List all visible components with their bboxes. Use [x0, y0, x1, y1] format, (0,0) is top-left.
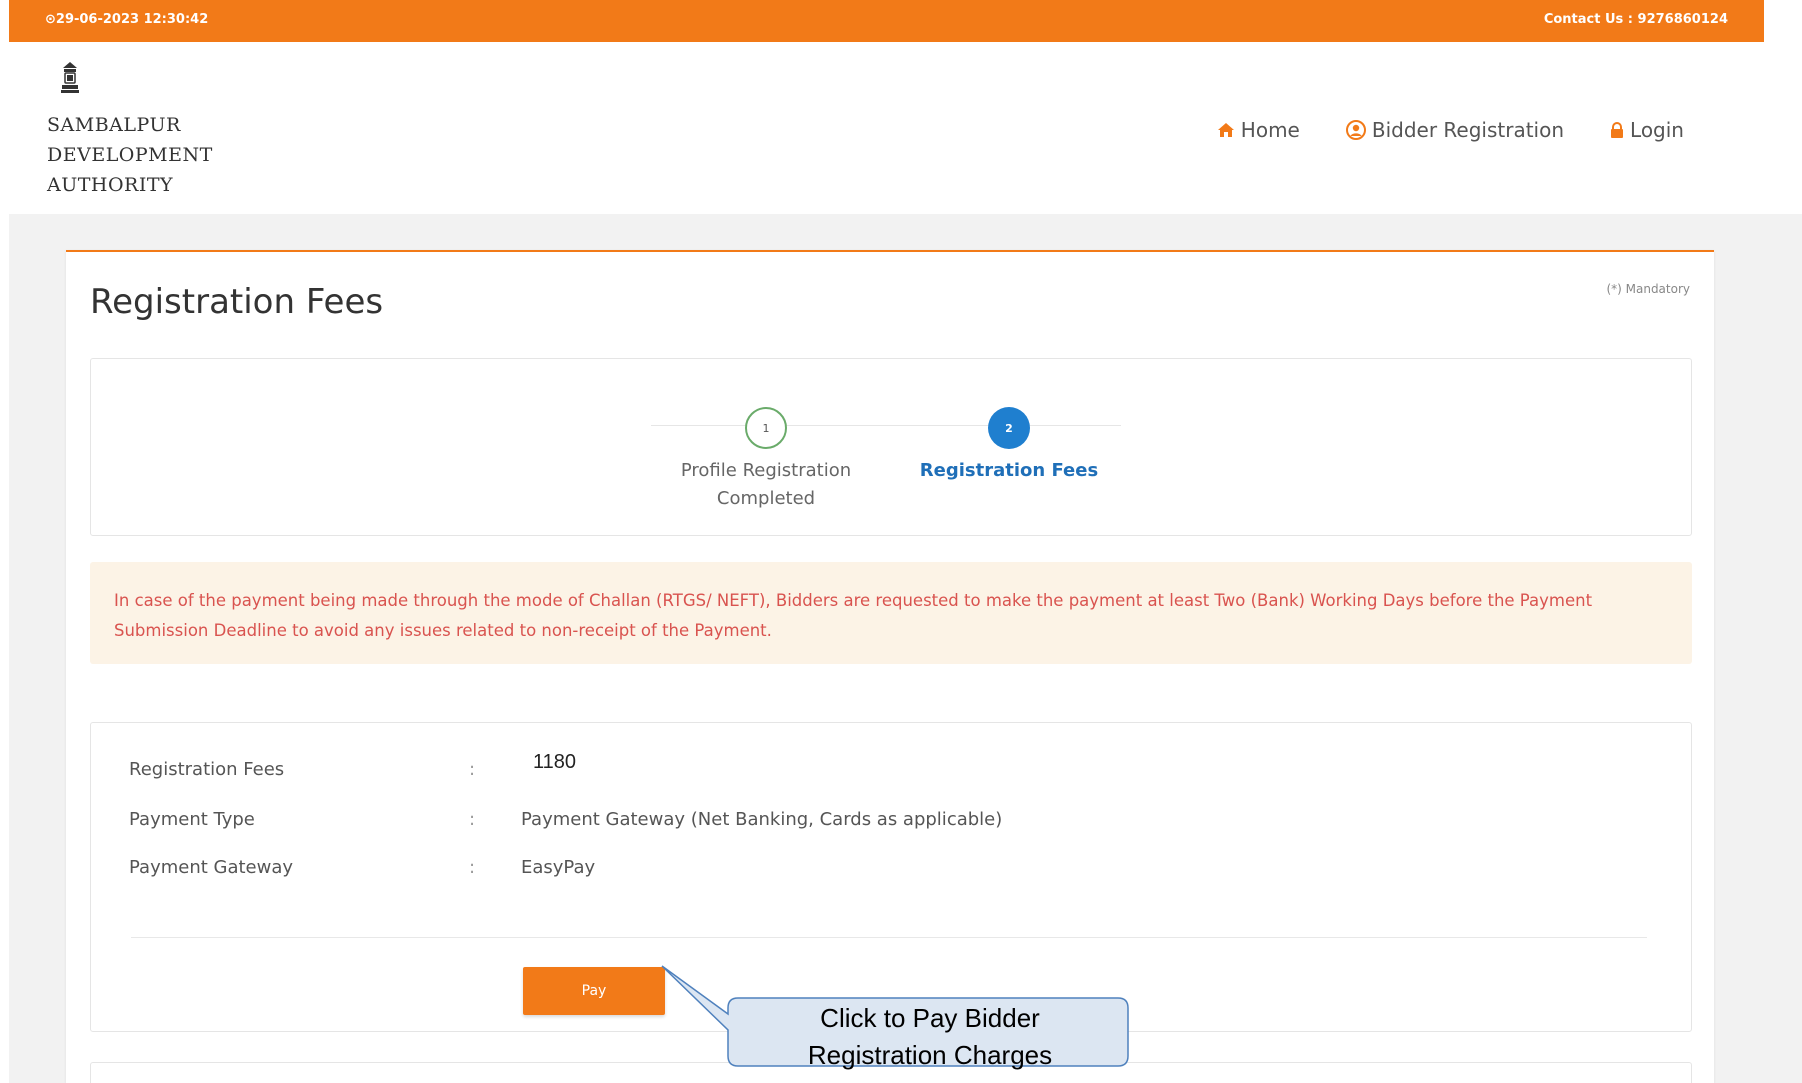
payment-details-card: Registration Fees : 1180 Payment Type : … [90, 722, 1692, 1032]
main-nav: Home Bidder Registration Login [1217, 118, 1684, 142]
registration-fees-colon: : [469, 759, 476, 780]
mandatory-note: (*) Mandatory [1606, 282, 1690, 296]
stepper: 1 Profile Registration Completed 2 Regis… [90, 358, 1692, 536]
site-header: SAMBALPUR DEVELOPMENT AUTHORITY Home Bid… [9, 42, 1764, 214]
callout-line-1: Click to Pay Bidder [820, 1003, 1040, 1033]
payment-gateway-colon: : [469, 857, 476, 878]
logo-text[interactable]: SAMBALPUR DEVELOPMENT AUTHORITY [47, 110, 213, 200]
registration-fees-value: 1180 [533, 751, 577, 773]
logo-line-3: AUTHORITY [47, 174, 174, 196]
registration-fees-label: Registration Fees [129, 759, 285, 780]
details-divider [131, 937, 1647, 938]
nav-home-label: Home [1240, 118, 1300, 142]
nav-bidder-registration-label: Bidder Registration [1371, 118, 1565, 142]
logo-line-2: DEVELOPMENT [47, 144, 213, 166]
step-1-label: Profile Registration Completed [666, 457, 866, 513]
payment-type-colon: : [469, 809, 476, 830]
step-profile-registration[interactable]: 1 Profile Registration Completed [666, 407, 866, 513]
payment-gateway-label: Payment Gateway [129, 857, 294, 878]
callout-text: Click to Pay Bidder Registration Charges [731, 1000, 1129, 1074]
payment-notice: In case of the payment being made throug… [90, 562, 1692, 664]
step-1-label-line-2: Completed [716, 488, 816, 509]
callout-line-2: Registration Charges [807, 1040, 1053, 1070]
nav-login-label: Login [1630, 118, 1684, 142]
step-1-circle: 1 [745, 407, 787, 449]
payment-type-value: Payment Gateway (Net Banking, Cards as a… [521, 809, 1003, 830]
pay-button[interactable]: Pay [523, 967, 665, 1015]
step-registration-fees[interactable]: 2 Registration Fees [909, 407, 1109, 485]
contact-info[interactable]: Contact Us : 9276860124 [1544, 12, 1728, 27]
current-datetime: ⊙29-06-2023 12:30:42 [45, 12, 209, 27]
user-circle-icon [1345, 120, 1366, 140]
top-bar: ⊙29-06-2023 12:30:42 Contact Us : 927686… [9, 0, 1764, 42]
nav-home[interactable]: Home [1217, 118, 1300, 142]
registration-fees-card: Registration Fees (*) Mandatory 1 Profil… [66, 250, 1714, 1083]
step-2-circle: 2 [988, 407, 1030, 449]
step-2-label: Registration Fees [919, 460, 1099, 481]
logo-line-1: SAMBALPUR [47, 114, 181, 136]
home-icon [1217, 123, 1234, 137]
page-title: Registration Fees [90, 282, 384, 322]
nav-bidder-registration[interactable]: Bidder Registration [1345, 118, 1565, 142]
step-1-label-line-1: Profile Registration [680, 460, 852, 481]
emblem-icon [61, 62, 79, 93]
payment-gateway-value: EasyPay [521, 857, 596, 878]
payment-type-label: Payment Type [129, 809, 255, 830]
nav-login[interactable]: Login [1610, 118, 1684, 142]
lock-icon [1611, 121, 1624, 138]
